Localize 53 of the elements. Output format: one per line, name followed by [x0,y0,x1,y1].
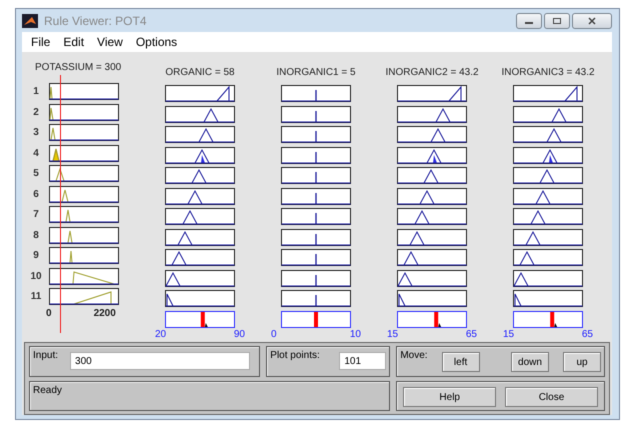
dialog-button[interactable]: Help [403,387,496,407]
menu-item[interactable]: Edit [58,35,92,50]
axis-label: 65 [466,328,477,340]
rule-number: 2 [32,106,40,120]
close-button[interactable] [572,12,612,29]
menu-item[interactable]: View [92,35,131,50]
move-button[interactable]: up [563,352,601,372]
variable-label: ORGANIC = 58 [165,67,235,80]
plot-points-field[interactable]: 101 [339,352,386,370]
field-label: Plot points: [270,350,320,361]
rule-number: 7 [32,208,40,222]
axis-label: 10 [350,328,361,340]
axis-label: 0 [46,308,52,318]
app-icon [22,14,38,28]
close-icon [587,16,597,25]
status-text: Ready [33,385,62,396]
axis-label: 90 [234,328,245,340]
maximize-button[interactable] [544,12,570,29]
axis-label: 65 [582,328,593,340]
rule-number: 3 [32,126,40,140]
move-button[interactable]: left [442,352,480,372]
variable-label: INORGANIC1 = 5 [276,67,356,80]
aggregate-plot [397,310,467,328]
axis-label: 2200 [94,308,116,318]
move-label: Move: [400,350,428,361]
rule-number: 5 [32,167,40,181]
aggregate-plot [513,310,583,328]
dialog-button[interactable]: Close [505,387,598,407]
rule-number: 6 [32,188,40,202]
input-field[interactable]: 300 [70,352,250,370]
rule-number: 8 [32,228,40,242]
maximize-icon [552,16,562,25]
axis-label: 20 [155,328,166,340]
rule-number: 1 [32,85,40,99]
axis-label: 15 [387,328,398,340]
axis-label: 0 [271,328,277,340]
aggregate-plot [165,310,235,328]
minimize-button[interactable] [516,12,542,29]
menu-item[interactable]: File [26,35,58,50]
variable-label: INORGANIC3 = 43.2 [501,67,595,80]
field-label: Input: [33,350,58,361]
window-title: Rule Viewer: POT4 [44,14,146,28]
rule-number: 10 [29,270,43,284]
rule-number: 11 [30,290,42,304]
rule-number: 9 [32,249,40,263]
menu-item[interactable]: Options [130,35,186,50]
variable-label: POTASSIUM = 300 [35,62,122,75]
move-button[interactable]: down [511,352,549,372]
axis-label: 15 [503,328,514,340]
input-marker-line[interactable] [60,75,61,333]
rule-number: 4 [32,146,40,160]
aggregate-plot [281,310,351,328]
variable-label: INORGANIC2 = 43.2 [385,67,479,80]
